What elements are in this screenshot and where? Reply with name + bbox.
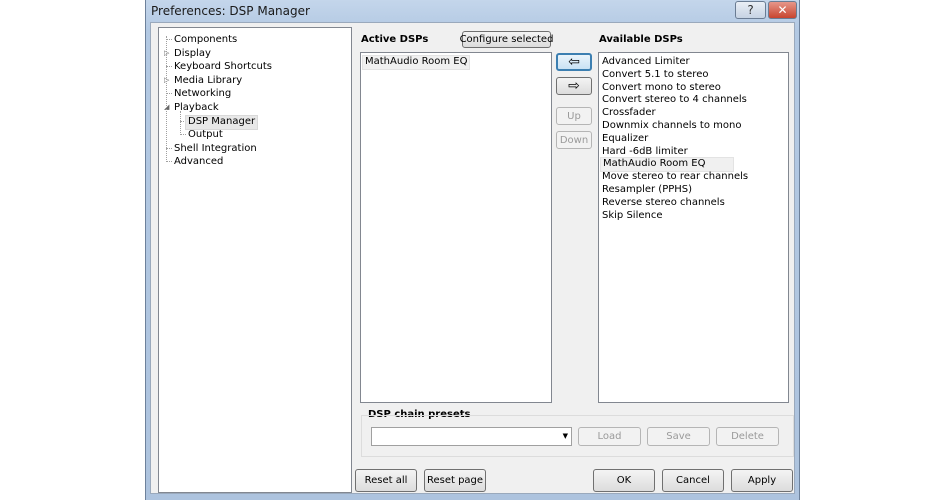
left-arrow-icon: ⇦ [568, 54, 580, 70]
load-preset-button[interactable]: Load [578, 427, 641, 446]
available-dsp-item[interactable]: Downmix channels to mono [602, 119, 741, 132]
tree-item-networking[interactable]: Networking [174, 87, 231, 100]
apply-button[interactable]: Apply [731, 469, 793, 492]
available-dsp-item[interactable]: Convert stereo to 4 channels [602, 93, 747, 106]
tree-item-display[interactable]: Display [174, 47, 211, 60]
move-down-button[interactable]: Down [556, 131, 592, 149]
help-icon: ? [747, 3, 754, 17]
active-dsps-header: Active DSPs [361, 34, 429, 45]
tree-item-output[interactable]: Output [188, 128, 223, 141]
preferences-tree[interactable]: Components ▷ Display Keyboard Shortcuts ▷ Med… [158, 27, 352, 493]
cancel-button[interactable]: Cancel [662, 469, 724, 492]
dsp-chain-presets-group: ▼ Load Save Delete [361, 415, 794, 457]
available-dsp-item[interactable]: Advanced Limiter [602, 55, 690, 68]
remove-dsp-button[interactable]: ⇨ [556, 77, 592, 95]
available-dsp-item[interactable]: Hard -6dB limiter [602, 145, 688, 158]
tree-item-media-library[interactable]: Media Library [174, 74, 242, 87]
available-dsp-item[interactable]: Skip Silence [602, 209, 663, 222]
delete-preset-button[interactable]: Delete [716, 427, 779, 446]
available-dsp-item[interactable]: Convert 5.1 to stereo [602, 68, 708, 81]
right-arrow-icon: ⇨ [568, 78, 580, 94]
preferences-window: Preferences: DSP Manager ? ✕ Components ▷… [145, 0, 800, 500]
window-title: Preferences: DSP Manager [151, 4, 310, 18]
configure-selected-button[interactable]: Configure selected [460, 31, 553, 48]
add-dsp-button[interactable]: ⇦ [556, 53, 592, 71]
active-dsps-list[interactable]: MathAudio Room EQ [360, 52, 552, 403]
tree-item-components[interactable]: Components [174, 33, 237, 46]
available-dsps-list[interactable]: Advanced Limiter Convert 5.1 to stereo Con… [598, 52, 789, 403]
tree-connector [166, 36, 167, 163]
chevron-down-icon: ▼ [562, 432, 568, 440]
available-dsp-item[interactable]: Equalizer [602, 132, 648, 145]
active-dsp-item[interactable]: MathAudio Room EQ [362, 55, 471, 70]
tree-item-shell-integration[interactable]: Shell Integration [174, 142, 257, 155]
available-dsp-item[interactable]: Resampler (PPHS) [602, 183, 692, 196]
help-button[interactable]: ? [735, 1, 766, 19]
available-dsp-item[interactable]: Convert mono to stereo [602, 81, 721, 94]
ok-button[interactable]: OK [593, 469, 655, 492]
presets-combo[interactable]: ▼ [371, 427, 572, 446]
move-up-button[interactable]: Up [556, 107, 592, 125]
save-preset-button[interactable]: Save [647, 427, 710, 446]
reset-page-button[interactable]: Reset page [424, 469, 486, 492]
available-dsps-header: Available DSPs [599, 34, 683, 45]
tree-connector [180, 111, 181, 136]
available-dsp-item[interactable]: Crossfader [602, 106, 656, 119]
close-button[interactable]: ✕ [768, 1, 797, 19]
available-dsp-item[interactable]: Move stereo to rear channels [602, 170, 748, 183]
dialog-client: Components ▷ Display Keyboard Shortcuts ▷ Med… [150, 22, 795, 494]
tree-item-advanced[interactable]: Advanced [174, 155, 223, 168]
available-dsp-item[interactable]: Reverse stereo channels [602, 196, 725, 209]
close-icon: ✕ [777, 3, 788, 17]
reset-all-button[interactable]: Reset all [355, 469, 417, 492]
tree-item-keyboard-shortcuts[interactable]: Keyboard Shortcuts [174, 60, 272, 73]
